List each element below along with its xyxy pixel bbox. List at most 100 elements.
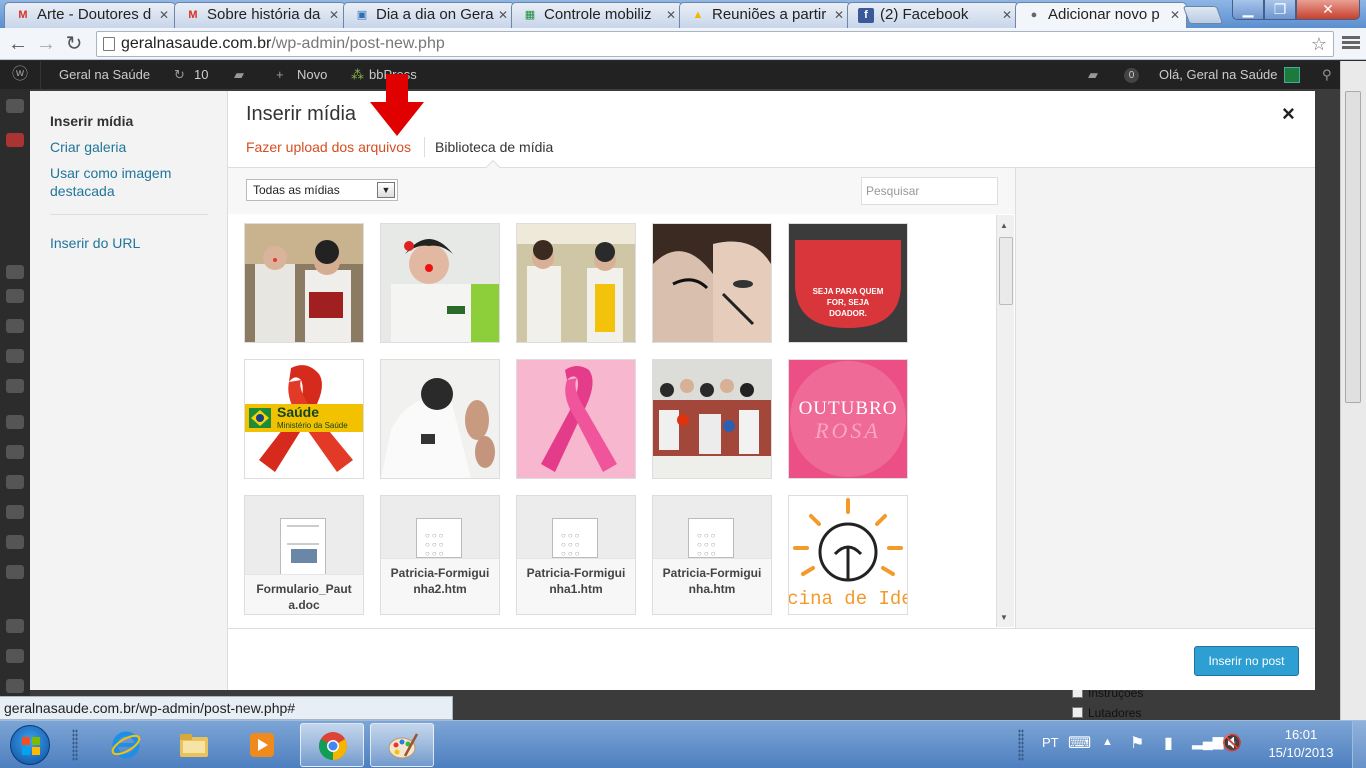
system-clock[interactable]: 16:01 15/10/2013: [1256, 726, 1346, 762]
pages-icon: [6, 319, 24, 333]
attachment-clowns-accordion[interactable]: [244, 223, 364, 343]
back-arrow-icon[interactable]: ←: [6, 32, 30, 56]
browser-tab-adicionar[interactable]: ● Adicionar novo p ✕: [1015, 2, 1187, 28]
taskbar-grip[interactable]: [72, 729, 78, 761]
menu-create-gallery[interactable]: Criar galeria: [50, 138, 126, 156]
keyboard-icon[interactable]: ⌨: [1068, 733, 1091, 768]
wordpress-logo-icon[interactable]: ⓦ: [12, 61, 28, 89]
taskbar-file-explorer[interactable]: [162, 723, 226, 767]
attachment-clown-doctor[interactable]: [380, 223, 500, 343]
network-signal-icon[interactable]: ▂▄▆: [1192, 733, 1223, 768]
new-tab-button[interactable]: [1182, 6, 1224, 24]
search-icon[interactable]: ⚲: [1322, 61, 1332, 89]
tab-close-icon[interactable]: ✕: [1002, 3, 1012, 27]
dropdown-arrow-icon[interactable]: ▼: [377, 182, 395, 198]
attachment-makeup[interactable]: [652, 223, 772, 343]
start-button[interactable]: [10, 725, 50, 765]
internet-explorer-icon: [111, 731, 141, 759]
browser-tab-historia[interactable]: M Sobre história da ✕: [174, 2, 346, 28]
attachment-outubro-rosa[interactable]: OUTUBRO ROSA: [788, 359, 908, 479]
minimize-button[interactable]: ▁: [1232, 0, 1264, 20]
tab-upload-files[interactable]: Fazer upload dos arquivos: [246, 139, 411, 155]
show-hidden-icons-icon[interactable]: ▲: [1102, 736, 1113, 768]
scroll-down-arrow-icon[interactable]: ▼: [1000, 613, 1008, 622]
taskbar-paint[interactable]: [370, 723, 434, 767]
browser-tab-facebook[interactable]: f (2) Facebook ✕: [847, 2, 1019, 28]
tab-close-icon[interactable]: ✕: [498, 3, 508, 27]
volume-muted-icon[interactable]: 🔇: [1222, 733, 1242, 768]
tab-media-library[interactable]: Biblioteca de mídia: [435, 139, 553, 155]
bbpress-icon[interactable]: ⁂: [351, 61, 364, 89]
insert-into-post-button[interactable]: Inserir no post: [1194, 646, 1299, 676]
language-indicator[interactable]: PT: [1042, 735, 1059, 768]
attachments-browser: Todas as mídias ▼ Pesquisar SEJA PARA QU…: [228, 168, 1015, 628]
attachments-scrollbar-thumb[interactable]: [999, 237, 1013, 305]
browser-tab-reunioes[interactable]: ▲ Reuniões a partir ✕: [679, 2, 851, 28]
account-greeting[interactable]: Olá, Geral na Saúde: [1159, 61, 1278, 89]
attachment-blood-donation[interactable]: SEJA PARA QUEM FOR, SEJA DOADOR.: [788, 223, 908, 343]
tray-grip[interactable]: [1018, 729, 1024, 761]
updates-count[interactable]: 10: [194, 61, 208, 89]
category-checkbox-lutadores[interactable]: Lutadores: [1072, 706, 1141, 720]
admin-sidebar: [0, 89, 30, 720]
new-content-link[interactable]: Novo: [297, 61, 327, 89]
group-photo: [653, 360, 771, 478]
plus-icon[interactable]: +: [276, 61, 284, 89]
page-scrollbar[interactable]: [1340, 61, 1366, 720]
collapse-icon: [6, 679, 24, 693]
attachments-scrollbar[interactable]: ▲ ▼: [996, 215, 1014, 627]
scroll-up-arrow-icon[interactable]: ▲: [1000, 221, 1008, 230]
updates-icon[interactable]: ↻: [174, 61, 185, 89]
taskbar-chrome[interactable]: [300, 723, 364, 767]
battery-icon[interactable]: ▮: [1164, 733, 1173, 768]
tab-close-icon[interactable]: ✕: [1170, 3, 1180, 27]
attachment-clowns-hallway[interactable]: [516, 223, 636, 343]
url-host: geralnasaude.com.br: [121, 35, 272, 52]
attachment-group-photo[interactable]: [652, 359, 772, 479]
show-desktop-button[interactable]: [1352, 721, 1366, 768]
attachment-patricia-formiguinha1[interactable]: ○○○ ○○○ ○○○ Patricia-Formiguinha1.htm: [516, 495, 636, 615]
close-icon[interactable]: ×: [1282, 101, 1295, 127]
media-type-filter[interactable]: Todas as mídias ▼: [246, 179, 398, 201]
forward-arrow-icon[interactable]: →: [34, 32, 58, 56]
menu-insert-from-url[interactable]: Inserir do URL: [50, 234, 140, 252]
paint-palette-icon: [388, 733, 419, 759]
chrome-icon: [319, 732, 347, 760]
bookmark-star-icon[interactable]: ☆: [1311, 32, 1327, 56]
links-icon: [6, 289, 24, 303]
notification-count[interactable]: 0: [1124, 68, 1139, 83]
attachment-aids-ribbon[interactable]: Saúde Ministério da Saúde: [244, 359, 364, 479]
attachment-pink-ribbon[interactable]: [516, 359, 636, 479]
avatar[interactable]: [1284, 67, 1300, 83]
menu-insert-media[interactable]: Inserir mídia: [50, 112, 133, 130]
site-name-link[interactable]: Geral na Saúde: [59, 61, 150, 89]
taskbar-internet-explorer[interactable]: [94, 723, 158, 767]
browser-tab-dia-a-dia[interactable]: ▣ Dia a dia on Gera ✕: [343, 2, 515, 28]
reload-icon[interactable]: ↻: [62, 32, 86, 56]
action-center-flag-icon[interactable]: ⚑: [1130, 733, 1144, 768]
browser-tab-arte[interactable]: M Arte - Doutores d ✕: [4, 2, 176, 28]
tab-close-icon[interactable]: ✕: [834, 3, 844, 27]
attachment-formulario-pauta[interactable]: Formulario_Pauta.doc: [244, 495, 364, 615]
close-window-button[interactable]: ✕: [1296, 0, 1360, 20]
taskbar-media-player[interactable]: [230, 723, 294, 767]
page-scrollbar-thumb[interactable]: [1345, 91, 1361, 403]
tab-close-icon[interactable]: ✕: [329, 3, 339, 27]
attachment-oficina-de-ideias[interactable]: cina de Ide: [788, 495, 908, 615]
browser-menu-icon[interactable]: [1342, 34, 1360, 52]
browser-tab-controle[interactable]: ▦ Controle mobiliz ✕: [511, 2, 683, 28]
address-bar[interactable]: geralnasaude.com.br/wp-admin/post-new.ph…: [96, 31, 1334, 57]
media-icon: [6, 265, 24, 279]
tab-close-icon[interactable]: ✕: [666, 3, 676, 27]
tab-close-icon[interactable]: ✕: [159, 3, 169, 27]
maximize-button[interactable]: ❐: [1264, 0, 1296, 20]
forums-icon: [6, 379, 24, 393]
attachment-patricia-formiguinha2[interactable]: ○○○ ○○○ ○○○ Patricia-Formiguinha2.htm: [380, 495, 500, 615]
chat-icon[interactable]: ▰: [1088, 61, 1098, 89]
menu-featured-image[interactable]: Usar como imagem destacada: [50, 164, 200, 200]
attachment-patricia-formiguinha[interactable]: ○○○ ○○○ ○○○ Patricia-Formiguinha.htm: [652, 495, 772, 615]
media-filter-bar: Todas as mídias ▼: [228, 168, 1015, 214]
attachment-clown-hands[interactable]: [380, 359, 500, 479]
media-search-input[interactable]: [861, 177, 998, 205]
comments-icon[interactable]: ▰: [234, 61, 244, 89]
